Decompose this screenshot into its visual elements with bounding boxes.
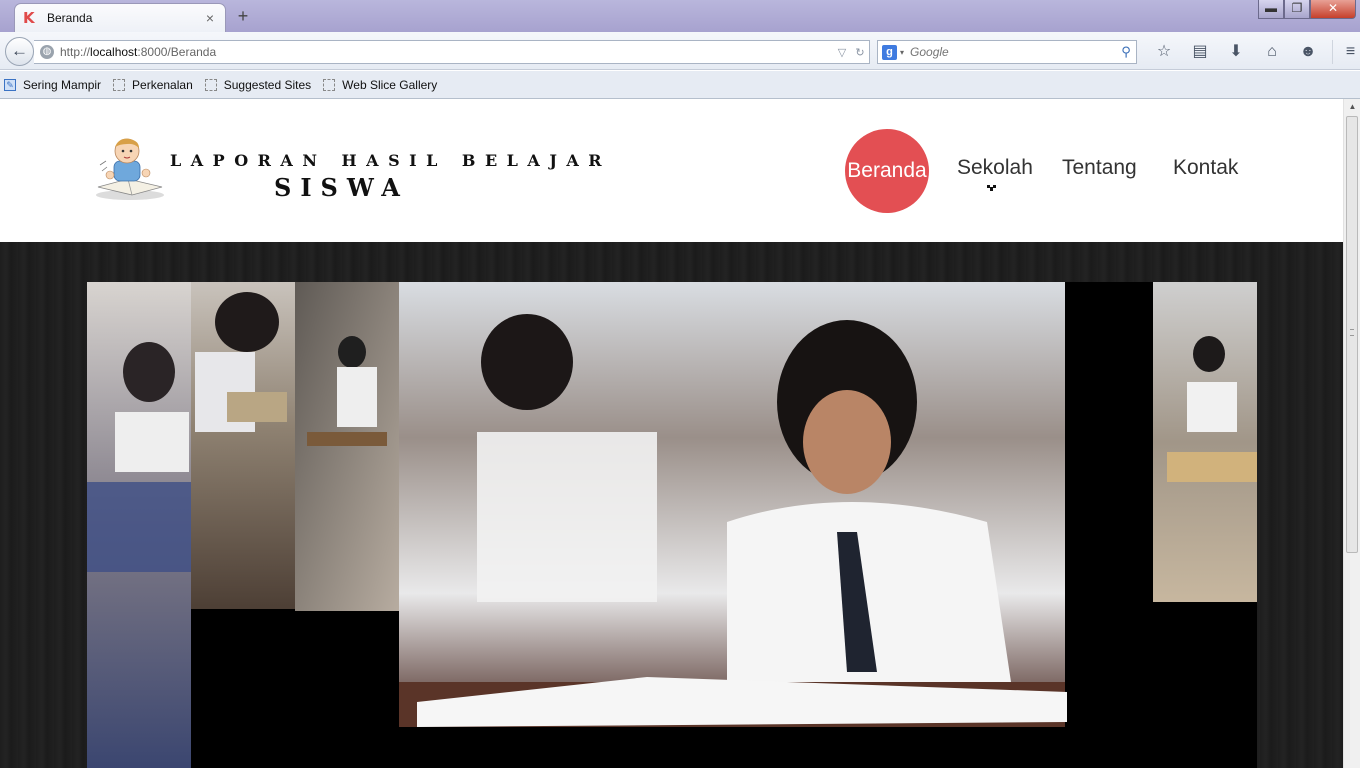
url-text[interactable]: http://localhost:8000/Beranda bbox=[60, 45, 833, 59]
mouse-cursor-icon bbox=[987, 185, 996, 191]
new-tab-button[interactable]: + bbox=[232, 6, 254, 26]
reading-list-icon[interactable]: ▤ bbox=[1182, 40, 1218, 64]
url-dropdown-icon[interactable]: ▽ bbox=[833, 46, 851, 59]
bookmark-item[interactable]: Web Slice Gallery bbox=[323, 78, 437, 92]
gallery-thumb-3[interactable] bbox=[295, 282, 399, 611]
window-controls: ▬ ❐ ✕ bbox=[1258, 0, 1356, 19]
site-title-line2: SISWA bbox=[274, 173, 409, 202]
tab-title: Beranda bbox=[47, 11, 93, 25]
download-icon[interactable]: ⬇ bbox=[1218, 40, 1254, 64]
page-viewport: LAPORAN HASIL BELAJAR SISWA Beranda Seko… bbox=[0, 99, 1343, 768]
bookmark-item[interactable]: Suggested Sites bbox=[204, 77, 312, 92]
engine-dropdown-icon[interactable]: ▾ bbox=[900, 48, 904, 57]
bookmark-item[interactable]: Perkenalan bbox=[113, 78, 193, 92]
maximize-button[interactable]: ❐ bbox=[1284, 0, 1310, 19]
site-favicon-icon: K bbox=[23, 9, 35, 27]
tab-close-icon[interactable]: × bbox=[203, 10, 217, 26]
title-bar: K Beranda × + ▬ ❐ ✕ bbox=[0, 0, 1360, 32]
nav-beranda[interactable]: Beranda bbox=[845, 129, 929, 213]
home-icon[interactable]: ⌂ bbox=[1254, 40, 1290, 64]
browser-tab-active[interactable]: K Beranda × bbox=[14, 3, 226, 32]
gallery-thumb-4[interactable] bbox=[1153, 282, 1257, 602]
site-header: LAPORAN HASIL BELAJAR SISWA Beranda Seko… bbox=[0, 99, 1343, 242]
site-title-line1: LAPORAN HASIL BELAJAR bbox=[170, 151, 612, 170]
navigation-toolbar: ← ◍ http://localhost:8000/Beranda ▽ ↻ g … bbox=[0, 32, 1360, 70]
star-icon[interactable]: ☆ bbox=[1146, 40, 1182, 64]
most-visited-icon: ✎ bbox=[4, 78, 16, 91]
bookmark-label: Web Slice Gallery bbox=[342, 77, 438, 92]
bookmark-item[interactable]: ✎ Sering Mampir bbox=[4, 78, 101, 92]
nav-tentang[interactable]: Tentang bbox=[1062, 156, 1137, 180]
blank-page-icon bbox=[204, 78, 217, 91]
hero-section bbox=[0, 242, 1343, 768]
scroll-up-icon[interactable]: ▲ bbox=[1344, 99, 1360, 115]
google-engine-icon[interactable]: g bbox=[882, 44, 897, 60]
toolbar-icons: ☆ ▤ ⬇ ⌂ ☻ ≡ bbox=[1146, 40, 1360, 64]
search-input[interactable] bbox=[910, 45, 1116, 59]
back-button[interactable]: ← bbox=[5, 37, 34, 66]
bookmark-label: Suggested Sites bbox=[223, 77, 312, 92]
search-icon[interactable]: ⚲ bbox=[1116, 44, 1136, 60]
student-reading-logo-icon bbox=[96, 138, 164, 200]
minimize-button[interactable]: ▬ bbox=[1258, 0, 1284, 19]
reload-icon[interactable]: ↻ bbox=[851, 46, 869, 59]
globe-icon: ◍ bbox=[40, 45, 54, 59]
bookmarks-bar: ✎ Sering Mampir Perkenalan Suggested Sit… bbox=[0, 71, 1360, 99]
bookmark-label: Sering Mampir bbox=[23, 77, 102, 92]
page-scrollbar[interactable]: ▲ bbox=[1343, 99, 1360, 768]
bookmark-label: Perkenalan bbox=[132, 77, 193, 92]
nav-kontak[interactable]: Kontak bbox=[1173, 156, 1238, 180]
nav-sekolah[interactable]: Sekolah bbox=[957, 156, 1033, 180]
menu-icon[interactable]: ≡ bbox=[1332, 40, 1360, 64]
search-bar[interactable]: g ▾ ⚲ bbox=[877, 40, 1137, 64]
scrollbar-thumb[interactable] bbox=[1346, 116, 1358, 553]
blank-page-icon bbox=[113, 78, 126, 91]
image-slider-gallery[interactable] bbox=[87, 282, 1257, 768]
blank-page-icon bbox=[323, 78, 336, 91]
address-bar[interactable]: ◍ http://localhost:8000/Beranda ▽ ↻ bbox=[34, 40, 870, 64]
close-window-button[interactable]: ✕ bbox=[1310, 0, 1356, 19]
chat-icon[interactable]: ☻ bbox=[1290, 40, 1326, 64]
